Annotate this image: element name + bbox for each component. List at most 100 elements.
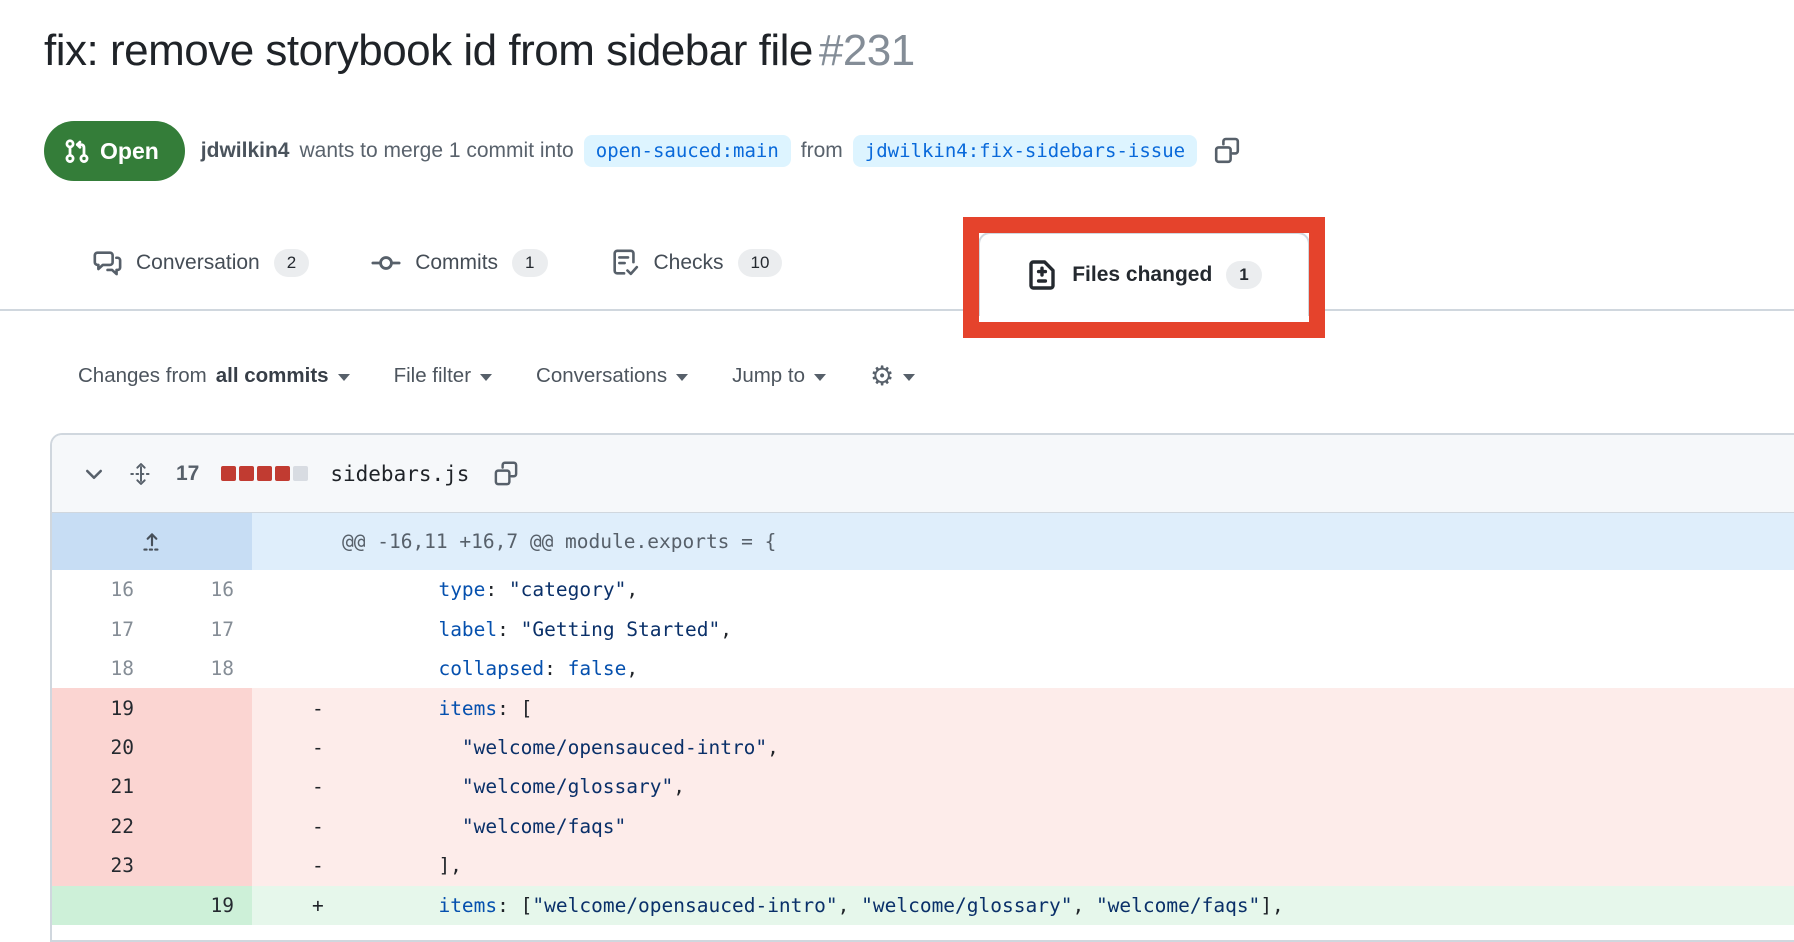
file-filter-dropdown[interactable]: File filter	[394, 364, 492, 388]
tab-counter: 10	[738, 249, 783, 277]
diff-sign: -	[252, 815, 368, 838]
file-filter-label: File filter	[394, 364, 471, 388]
changes-from-label: Changes from	[78, 364, 207, 388]
new-line-number: 16	[152, 570, 252, 609]
diff-sign: -	[252, 697, 368, 720]
code-line: - "welcome/glossary",	[252, 767, 1794, 806]
new-line-number	[152, 846, 252, 885]
hunk-gutter	[52, 513, 252, 570]
code-line: - "welcome/opensauced-intro",	[252, 728, 1794, 767]
diff-row: 23 - ],	[52, 846, 1794, 885]
old-line-number: 19	[52, 688, 152, 727]
tab-counter: 2	[274, 249, 309, 277]
drag-handle-icon[interactable]	[128, 460, 154, 488]
code-line: + items: ["welcome/opensauced-intro", "w…	[252, 886, 1794, 925]
code-line: collapsed: false,	[252, 649, 1794, 688]
diffstat-blocks	[221, 466, 308, 481]
diffstat-deletion-block	[239, 466, 254, 481]
tab-counter: 1	[1226, 261, 1261, 289]
conversations-label: Conversations	[536, 364, 667, 388]
diff-row: 1818 collapsed: false,	[52, 649, 1794, 688]
hunk-header-text: @@ -16,11 +16,7 @@ module.exports = {	[252, 513, 1794, 570]
code-line: type: "category",	[252, 570, 1794, 609]
jump-to-label: Jump to	[732, 364, 805, 388]
old-line-number: 23	[52, 846, 152, 885]
hunk-header-row: @@ -16,11 +16,7 @@ module.exports = {	[52, 513, 1794, 570]
diff-row: 1616 type: "category",	[52, 570, 1794, 609]
tab-files-changed[interactable]: Files changed 1	[978, 232, 1310, 316]
diff-file-header: 17 sidebars.js	[52, 435, 1794, 513]
status-badge-label: Open	[100, 138, 159, 165]
diffstat-neutral-block	[293, 466, 308, 481]
new-line-number: 17	[152, 609, 252, 648]
jump-to-dropdown[interactable]: Jump to	[732, 364, 826, 388]
new-line-number	[152, 688, 252, 727]
git-commit-icon	[371, 248, 401, 278]
chevron-down-icon	[338, 374, 350, 381]
chevron-down-icon	[82, 462, 106, 486]
copy-file-path-button[interactable]	[491, 459, 521, 489]
code-line: label: "Getting Started",	[252, 609, 1794, 648]
merge-sentence-text: wants to merge 1 commit into	[299, 139, 573, 163]
code-line: - ],	[252, 846, 1794, 885]
changes-from-value: all commits	[216, 364, 329, 388]
diff-sign: -	[252, 736, 368, 759]
diff-rows: 1616 type: "category",1717 label: "Getti…	[52, 570, 1794, 925]
merge-sentence: jdwilkin4 wants to merge 1 commit into o…	[201, 135, 1243, 167]
code-line: - items: [	[252, 688, 1794, 727]
tab-checks[interactable]: Checks 10	[592, 228, 801, 298]
new-line-number	[152, 728, 252, 767]
old-line-number: 22	[52, 807, 152, 846]
chevron-down-icon	[903, 374, 915, 381]
copy-icon	[1211, 135, 1243, 167]
diffstat-deletion-block	[221, 466, 236, 481]
copy-icon	[491, 459, 521, 489]
copy-branch-button[interactable]	[1211, 135, 1243, 167]
file-diff-icon	[1026, 259, 1058, 291]
file-changes-count: 17	[176, 462, 199, 486]
diff-row: 21- "welcome/glossary",	[52, 767, 1794, 806]
code-line: - "welcome/faqs"	[252, 807, 1794, 846]
pr-title-text: fix: remove storybook id from sidebar fi…	[44, 26, 813, 75]
git-pull-request-icon	[64, 138, 90, 164]
author-link[interactable]: jdwilkin4	[201, 139, 290, 163]
pr-number: #231	[819, 26, 915, 75]
chevron-down-icon	[676, 374, 688, 381]
gear-icon: ⚙	[870, 363, 894, 390]
old-line-number: 18	[52, 649, 152, 688]
checklist-icon	[610, 248, 640, 278]
old-line-number: 20	[52, 728, 152, 767]
tab-label: Conversation	[136, 251, 260, 275]
expand-hunk-button[interactable]	[139, 529, 165, 555]
new-line-number: 19	[152, 886, 252, 925]
tab-label: Files changed	[1072, 263, 1212, 287]
changes-from-dropdown[interactable]: Changes from all commits	[78, 364, 350, 388]
old-line-number: 17	[52, 609, 152, 648]
diff-sign: -	[252, 775, 368, 798]
conversations-dropdown[interactable]: Conversations	[536, 364, 688, 388]
file-name: sidebars.js	[330, 462, 469, 486]
tab-label: Commits	[415, 251, 498, 275]
diff-settings-dropdown[interactable]: ⚙	[870, 363, 915, 390]
tab-counter: 1	[512, 249, 547, 277]
collapse-file-button[interactable]	[82, 462, 106, 486]
diff-row: 20 - "welcome/opensauced-intro",	[52, 728, 1794, 767]
comment-discussion-icon	[92, 248, 122, 278]
diff-toolbar: Changes from all commits File filter Con…	[78, 348, 915, 404]
tab-commits[interactable]: Commits 1	[353, 228, 565, 298]
chevron-down-icon	[480, 374, 492, 381]
new-line-number: 18	[152, 649, 252, 688]
diff-row: 1717 label: "Getting Started",	[52, 609, 1794, 648]
tab-conversation[interactable]: Conversation 2	[74, 228, 327, 298]
pr-meta-row: Open jdwilkin4 wants to merge 1 commit i…	[44, 120, 1243, 182]
page-title: fix: remove storybook id from sidebar fi…	[44, 26, 915, 76]
new-line-number	[152, 767, 252, 806]
diff-row: 19 - items: [	[52, 688, 1794, 727]
base-branch-pill: open-sauced:main	[584, 135, 791, 167]
old-line-number: 16	[52, 570, 152, 609]
chevron-down-icon	[814, 374, 826, 381]
diffstat-deletion-block	[275, 466, 290, 481]
diff-sign: -	[252, 854, 368, 877]
expand-up-icon	[139, 529, 165, 555]
head-branch-pill: jdwilkin4:fix-sidebars-issue	[853, 135, 1197, 167]
